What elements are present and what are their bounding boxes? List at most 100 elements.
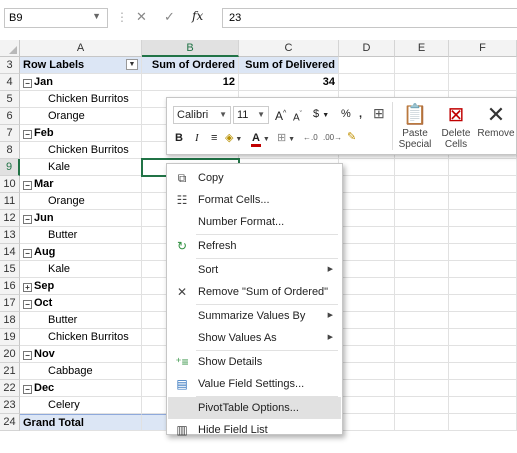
- cell-a12[interactable]: − Jun: [20, 210, 142, 227]
- row-header-7[interactable]: 7: [0, 125, 20, 142]
- cell-d14[interactable]: [339, 244, 395, 261]
- row-header-11[interactable]: 11: [0, 193, 20, 210]
- font-color-button[interactable]: A ▼: [251, 130, 270, 148]
- menu-item-hide-field-list[interactable]: ▥ Hide Field List: [168, 419, 341, 441]
- cell-a17[interactable]: − Oct: [20, 295, 142, 312]
- cell-e9[interactable]: [395, 159, 449, 176]
- cell-f14[interactable]: [449, 244, 517, 261]
- table-format-icon[interactable]: ⊞: [373, 105, 385, 123]
- enter-icon[interactable]: ✓: [164, 9, 175, 25]
- delete-cells-button[interactable]: ⊠ Delete Cells: [437, 104, 475, 150]
- menu-item-copy[interactable]: ⧉ Copy: [168, 167, 341, 189]
- cell-b4[interactable]: 12: [142, 74, 239, 91]
- cell-a7[interactable]: − Feb: [20, 125, 142, 142]
- menu-item-refresh[interactable]: ↻ Refresh: [168, 235, 341, 257]
- cell-e23[interactable]: [395, 397, 449, 414]
- filter-dropdown-icon[interactable]: ▼: [126, 59, 138, 70]
- cell-d4[interactable]: [339, 74, 395, 91]
- decrease-font-size-button[interactable]: Aˇ: [293, 107, 302, 125]
- cell-a13[interactable]: Butter: [20, 227, 142, 244]
- name-box[interactable]: B9 ▼: [4, 8, 108, 28]
- collapse-icon[interactable]: −: [23, 351, 32, 360]
- row-header-9[interactable]: 9: [0, 159, 20, 176]
- cell-f15[interactable]: [449, 261, 517, 278]
- row-header-13[interactable]: 13: [0, 227, 20, 244]
- cell-a20[interactable]: − Nov: [20, 346, 142, 363]
- cell-a8[interactable]: Chicken Burritos: [20, 142, 142, 159]
- cell-e16[interactable]: [395, 278, 449, 295]
- row-header-21[interactable]: 21: [0, 363, 20, 380]
- menu-item-show-values-as[interactable]: Show Values As ▶: [168, 327, 341, 349]
- cell-e21[interactable]: [395, 363, 449, 380]
- fill-color-icon[interactable]: ◈ ▼: [225, 130, 242, 148]
- cell-e20[interactable]: [395, 346, 449, 363]
- chevron-down-icon[interactable]: ▼: [92, 11, 101, 21]
- cell-d3[interactable]: [339, 57, 395, 74]
- cell-d9[interactable]: [339, 159, 395, 176]
- expand-icon[interactable]: +: [23, 283, 32, 292]
- align-center-icon[interactable]: ≡: [211, 130, 217, 148]
- row-header-5[interactable]: 5: [0, 91, 20, 108]
- row-header-4[interactable]: 4: [0, 74, 20, 91]
- cell-d21[interactable]: [339, 363, 395, 380]
- row-header-14[interactable]: 14: [0, 244, 20, 261]
- cell-e12[interactable]: [395, 210, 449, 227]
- cell-c3[interactable]: Sum of Delivered: [239, 57, 339, 74]
- cell-d13[interactable]: [339, 227, 395, 244]
- cell-e17[interactable]: [395, 295, 449, 312]
- menu-item-pivottable-options[interactable]: PivotTable Options...: [168, 397, 341, 419]
- cell-a11[interactable]: Orange: [20, 193, 142, 210]
- cell-a21[interactable]: Cabbage: [20, 363, 142, 380]
- cell-e15[interactable]: [395, 261, 449, 278]
- row-header-15[interactable]: 15: [0, 261, 20, 278]
- cell-e3[interactable]: [395, 57, 449, 74]
- cell-e4[interactable]: [395, 74, 449, 91]
- collapse-icon[interactable]: −: [23, 249, 32, 258]
- cell-d18[interactable]: [339, 312, 395, 329]
- cell-f18[interactable]: [449, 312, 517, 329]
- cell-f19[interactable]: [449, 329, 517, 346]
- cell-d23[interactable]: [339, 397, 395, 414]
- cell-e13[interactable]: [395, 227, 449, 244]
- menu-item-sort[interactable]: Sort ▶: [168, 259, 341, 281]
- row-header-10[interactable]: 10: [0, 176, 20, 193]
- insert-function-icon[interactable]: fx: [192, 9, 203, 23]
- cell-d16[interactable]: [339, 278, 395, 295]
- cell-d15[interactable]: [339, 261, 395, 278]
- column-header-a[interactable]: A: [20, 40, 142, 57]
- cell-e22[interactable]: [395, 380, 449, 397]
- cell-f11[interactable]: [449, 193, 517, 210]
- format-painter-icon[interactable]: ✎: [347, 129, 356, 147]
- cell-f12[interactable]: [449, 210, 517, 227]
- increase-font-size-button[interactable]: A^: [275, 106, 286, 124]
- collapse-icon[interactable]: −: [23, 385, 32, 394]
- cell-a23[interactable]: Celery: [20, 397, 142, 414]
- row-header-3[interactable]: 3: [0, 57, 20, 74]
- cell-c4[interactable]: 34: [239, 74, 339, 91]
- cell-e10[interactable]: [395, 176, 449, 193]
- cell-f21[interactable]: [449, 363, 517, 380]
- cell-f22[interactable]: [449, 380, 517, 397]
- cell-d11[interactable]: [339, 193, 395, 210]
- cell-a14[interactable]: − Aug: [20, 244, 142, 261]
- collapse-icon[interactable]: −: [23, 130, 32, 139]
- cell-f24[interactable]: [449, 414, 517, 431]
- row-header-8[interactable]: 8: [0, 142, 20, 159]
- row-header-18[interactable]: 18: [0, 312, 20, 329]
- italic-button[interactable]: I: [195, 130, 199, 148]
- cell-a9[interactable]: Kale: [20, 159, 142, 176]
- increase-decimal-icon[interactable]: ←.0: [303, 130, 318, 148]
- cell-e18[interactable]: [395, 312, 449, 329]
- cell-d19[interactable]: [339, 329, 395, 346]
- cell-e24[interactable]: [395, 414, 449, 431]
- cell-d20[interactable]: [339, 346, 395, 363]
- cell-b3[interactable]: Sum of Ordered: [142, 57, 239, 74]
- cell-a16[interactable]: + Sep: [20, 278, 142, 295]
- cell-a19[interactable]: Chicken Burritos: [20, 329, 142, 346]
- cell-a5[interactable]: Chicken Burritos: [20, 91, 142, 108]
- cell-f20[interactable]: [449, 346, 517, 363]
- decrease-decimal-icon[interactable]: .00→: [323, 130, 342, 148]
- cell-f9[interactable]: [449, 159, 517, 176]
- font-size-box[interactable]: 11 ▼: [233, 106, 269, 124]
- cell-a6[interactable]: Orange: [20, 108, 142, 125]
